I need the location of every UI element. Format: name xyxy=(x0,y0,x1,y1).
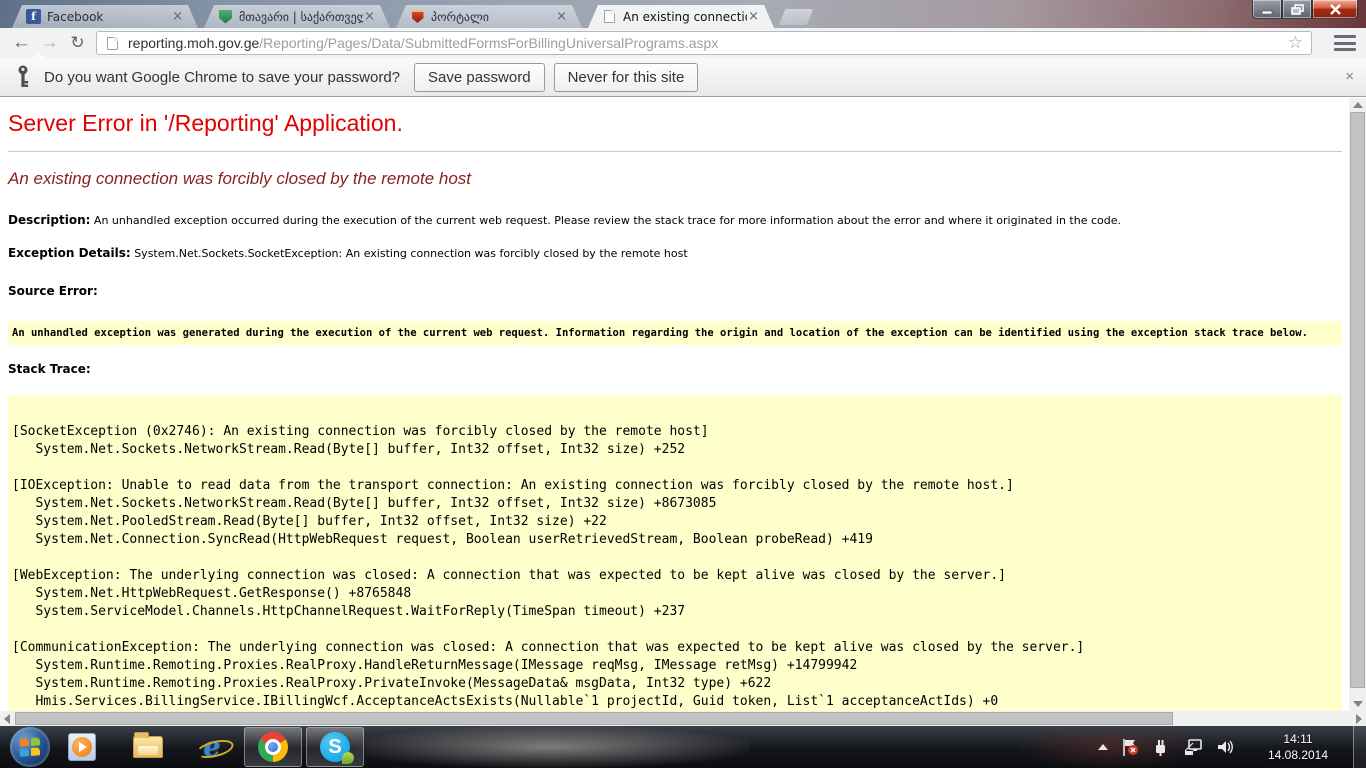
media-player-icon xyxy=(68,733,96,761)
vertical-scroll-thumb[interactable] xyxy=(1350,112,1365,688)
tab-title: An existing connection wa xyxy=(623,10,747,24)
clock-time: 14:11 xyxy=(1252,731,1344,747)
url-host: reporting.moh.gov.ge xyxy=(128,35,259,51)
exception-text: System.Net.Sockets.SocketException: An e… xyxy=(134,247,687,260)
exception-line: Exception Details: System.Net.Sockets.So… xyxy=(8,246,1342,260)
horizontal-scroll-thumb[interactable] xyxy=(15,712,1173,725)
chrome-menu-icon[interactable] xyxy=(1334,35,1356,51)
error-page: Server Error in '/Reporting' Application… xyxy=(0,98,1366,711)
tab-close-icon[interactable]: × xyxy=(747,10,760,23)
tab-mtavari[interactable]: მთავარი | საქართველოს × xyxy=(204,5,390,28)
tab-portali[interactable]: პორტალი × xyxy=(396,5,582,28)
scroll-right-icon[interactable] xyxy=(1356,714,1362,724)
page-subtitle: An existing connection was forcibly clos… xyxy=(8,169,1342,189)
chrome-icon xyxy=(258,732,288,762)
url-text[interactable]: reporting.moh.gov.ge/Reporting/Pages/Dat… xyxy=(128,35,1288,51)
page-icon xyxy=(105,36,120,51)
tab-strip: f Facebook × მთავარი | საქართველოს × პორ… xyxy=(12,5,810,28)
tab-title: მთავარი | საქართველოს xyxy=(239,10,363,24)
infobar-message: Do you want Google Chrome to save your p… xyxy=(44,69,400,86)
restore-icon xyxy=(1291,4,1304,15)
emblem-icon xyxy=(410,9,425,24)
internet-explorer-icon: e xyxy=(203,732,220,763)
tab-close-icon[interactable]: × xyxy=(171,10,184,23)
never-for-this-site-button[interactable]: Never for this site xyxy=(554,63,699,92)
description-label: Description: xyxy=(8,213,90,227)
power-plug-icon[interactable] xyxy=(1152,738,1170,756)
reload-button[interactable]: ↻ xyxy=(64,29,91,56)
network-icon[interactable] xyxy=(1183,738,1203,756)
clock-date: 14.08.2014 xyxy=(1252,747,1344,763)
facebook-icon: f xyxy=(26,9,41,24)
scroll-left-icon[interactable] xyxy=(4,714,10,724)
close-button[interactable] xyxy=(1312,0,1358,19)
bookmark-star-icon[interactable]: ☆ xyxy=(1288,33,1303,53)
skype-taskbar-button[interactable]: S xyxy=(306,727,364,767)
stack-trace-box: [SocketException (0x2746): An existing c… xyxy=(8,395,1342,711)
minimize-button[interactable] xyxy=(1252,0,1282,19)
infobar-close-icon[interactable]: × xyxy=(1345,68,1354,85)
close-icon xyxy=(1329,4,1342,15)
windows-taskbar: e S 14:11 14.08.2014 xyxy=(0,726,1366,768)
save-password-infobar: Do you want Google Chrome to save your p… xyxy=(0,58,1366,97)
description-text: An unhandled exception occurred during t… xyxy=(94,214,1121,227)
action-center-flag-icon[interactable] xyxy=(1121,737,1139,757)
source-error-box: An unhandled exception was generated dur… xyxy=(8,321,1342,345)
save-password-button[interactable]: Save password xyxy=(414,63,545,92)
folder-icon xyxy=(133,736,163,758)
page-title: Server Error in '/Reporting' Application… xyxy=(8,110,1342,138)
internet-explorer-button[interactable]: e xyxy=(196,731,228,763)
scroll-up-icon[interactable] xyxy=(1353,102,1363,108)
stack-trace-label: Stack Trace: xyxy=(8,362,1342,376)
skype-icon: S xyxy=(320,732,350,762)
tab-title: პორტალი xyxy=(431,10,555,24)
minimize-icon xyxy=(1261,4,1273,14)
browser-toolbar: ← → ↻ reporting.moh.gov.ge/Reporting/Pag… xyxy=(0,28,1366,58)
window-controls xyxy=(1252,0,1358,19)
restore-button[interactable] xyxy=(1282,0,1312,19)
infobar-anchor xyxy=(30,51,46,59)
tab-close-icon[interactable]: × xyxy=(555,10,568,23)
tab-facebook[interactable]: f Facebook × xyxy=(12,5,198,28)
shield-icon xyxy=(218,9,233,24)
browser-titlebar: f Facebook × მთავარი | საქართველოს × პორ… xyxy=(0,0,1366,28)
tab-close-icon[interactable]: × xyxy=(363,10,376,23)
chrome-taskbar-button[interactable] xyxy=(244,727,302,767)
show-hidden-icons-button[interactable] xyxy=(1098,744,1108,750)
volume-icon[interactable] xyxy=(1216,738,1236,756)
wallpaper-blur xyxy=(350,726,750,768)
scroll-down-icon[interactable] xyxy=(1353,701,1363,707)
page-icon xyxy=(602,9,617,24)
taskbar-clock[interactable]: 14:11 14.08.2014 xyxy=(1252,731,1344,763)
media-player-button[interactable] xyxy=(66,731,98,763)
divider xyxy=(8,151,1342,152)
key-icon xyxy=(16,65,30,89)
new-tab-button[interactable] xyxy=(779,9,813,25)
system-tray xyxy=(1098,726,1236,768)
tab-title: Facebook xyxy=(47,10,171,24)
vertical-scrollbar[interactable] xyxy=(1349,98,1366,711)
url-path: /Reporting/Pages/Data/SubmittedFormsForB… xyxy=(259,35,718,51)
address-bar[interactable]: reporting.moh.gov.ge/Reporting/Pages/Dat… xyxy=(96,31,1312,55)
stack-trace-text: [SocketException (0x2746): An existing c… xyxy=(12,423,1338,711)
windows-logo-icon xyxy=(20,737,40,756)
horizontal-scrollbar[interactable] xyxy=(0,711,1366,726)
source-error-label: Source Error: xyxy=(8,284,1342,298)
exception-label: Exception Details: xyxy=(8,246,131,260)
explorer-button[interactable] xyxy=(132,731,164,763)
description-line: Description: An unhandled exception occu… xyxy=(8,213,1342,227)
show-desktop-button[interactable] xyxy=(1353,726,1366,768)
tab-error-page-active[interactable]: An existing connection wa × xyxy=(588,5,774,28)
start-button[interactable] xyxy=(10,727,50,767)
